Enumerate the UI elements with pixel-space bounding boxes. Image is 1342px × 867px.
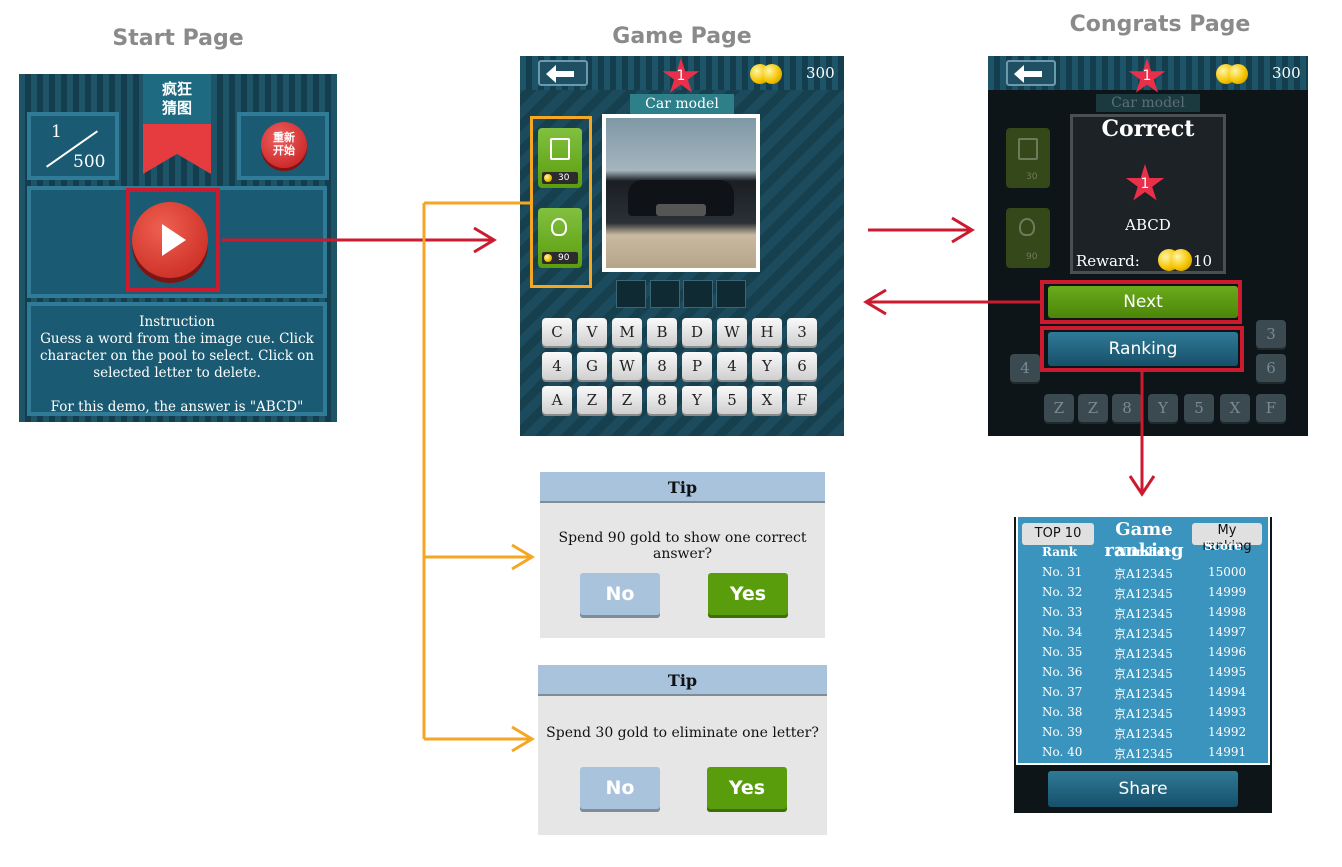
flow-arrow-ranking-down xyxy=(1128,372,1156,497)
flow-arrow-tools-to-tips xyxy=(422,201,535,753)
flow-arrow-start-to-game xyxy=(222,226,497,254)
flow-arrow-next-to-game xyxy=(863,288,1040,316)
flow-arrow-game-to-congrats xyxy=(868,216,975,244)
flow-arrows xyxy=(222,201,1156,753)
